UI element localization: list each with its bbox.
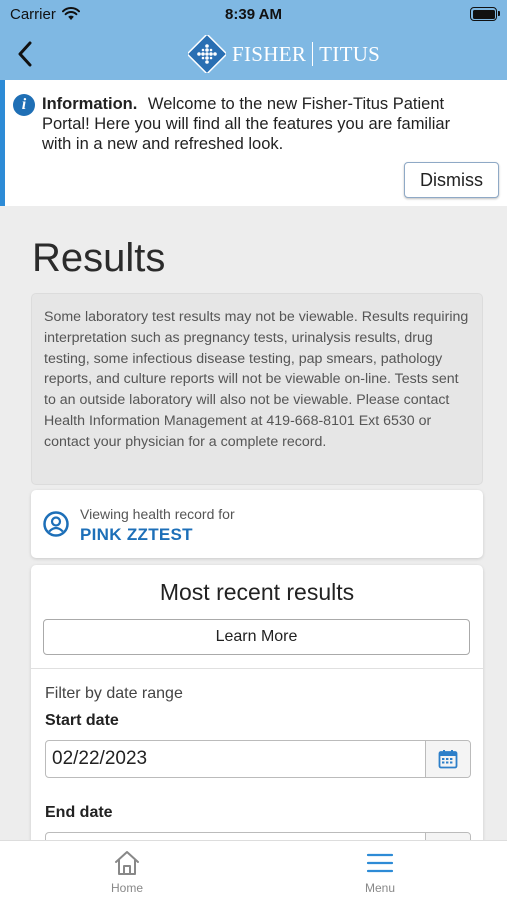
patient-name: PINK ZZTEST [80, 525, 193, 544]
info-banner: i Information. Welcome to the new Fisher… [0, 80, 507, 206]
start-date-field[interactable]: 02/22/2023 [45, 740, 471, 778]
logo-text: FISHER TITUS [232, 42, 380, 67]
home-icon [115, 851, 139, 875]
viewing-label: Viewing health record for [80, 506, 235, 522]
tab-menu-label: Menu [364, 881, 396, 895]
info-title: Information. [42, 95, 138, 113]
chevron-left-icon [18, 41, 32, 67]
info-icon: i [13, 94, 35, 116]
info-text: Information. Welcome to the new Fisher-T… [42, 94, 482, 154]
logo-left-word: FISHER [232, 41, 307, 66]
person-circle-icon [43, 511, 69, 537]
menu-icon [366, 853, 394, 873]
page-title: Results [32, 236, 166, 280]
start-date-value[interactable]: 02/22/2023 [46, 741, 425, 777]
results-title: Most recent results [159, 579, 355, 605]
app-header: FISHER TITUS [0, 28, 507, 80]
tab-home[interactable]: Home [87, 849, 167, 895]
wifi-icon [61, 7, 80, 20]
divider [31, 668, 483, 669]
tab-menu[interactable]: Menu [340, 849, 420, 895]
logo-right-word: TITUS [319, 41, 381, 66]
tab-home-label: Home [110, 881, 143, 895]
recent-results-card: Most recent results Learn More Filter by… [31, 565, 483, 870]
viewing-record-card: Viewing health record for PINK ZZTEST [31, 490, 483, 558]
logo-diamond-icon [188, 35, 226, 73]
learn-more-button[interactable]: Learn More [43, 619, 470, 655]
back-button[interactable] [10, 36, 40, 72]
filter-label: Filter by date range [45, 685, 183, 702]
status-bar: Carrier 8:39 AM [0, 0, 507, 28]
fisher-titus-logo: FISHER TITUS [188, 34, 380, 74]
end-date-label: End date [45, 804, 113, 821]
carrier-group: Carrier [10, 6, 80, 23]
logo-separator [312, 42, 314, 66]
calendar-icon [438, 750, 458, 769]
bottom-tab-bar: Home Menu [0, 840, 507, 900]
start-date-calendar-button[interactable] [425, 741, 470, 777]
start-date-label: Start date [45, 712, 119, 729]
carrier-label: Carrier [10, 5, 56, 23]
results-notice: Some laboratory test results may not be … [31, 293, 483, 485]
dismiss-button[interactable]: Dismiss [404, 162, 499, 198]
battery-icon [470, 7, 500, 21]
